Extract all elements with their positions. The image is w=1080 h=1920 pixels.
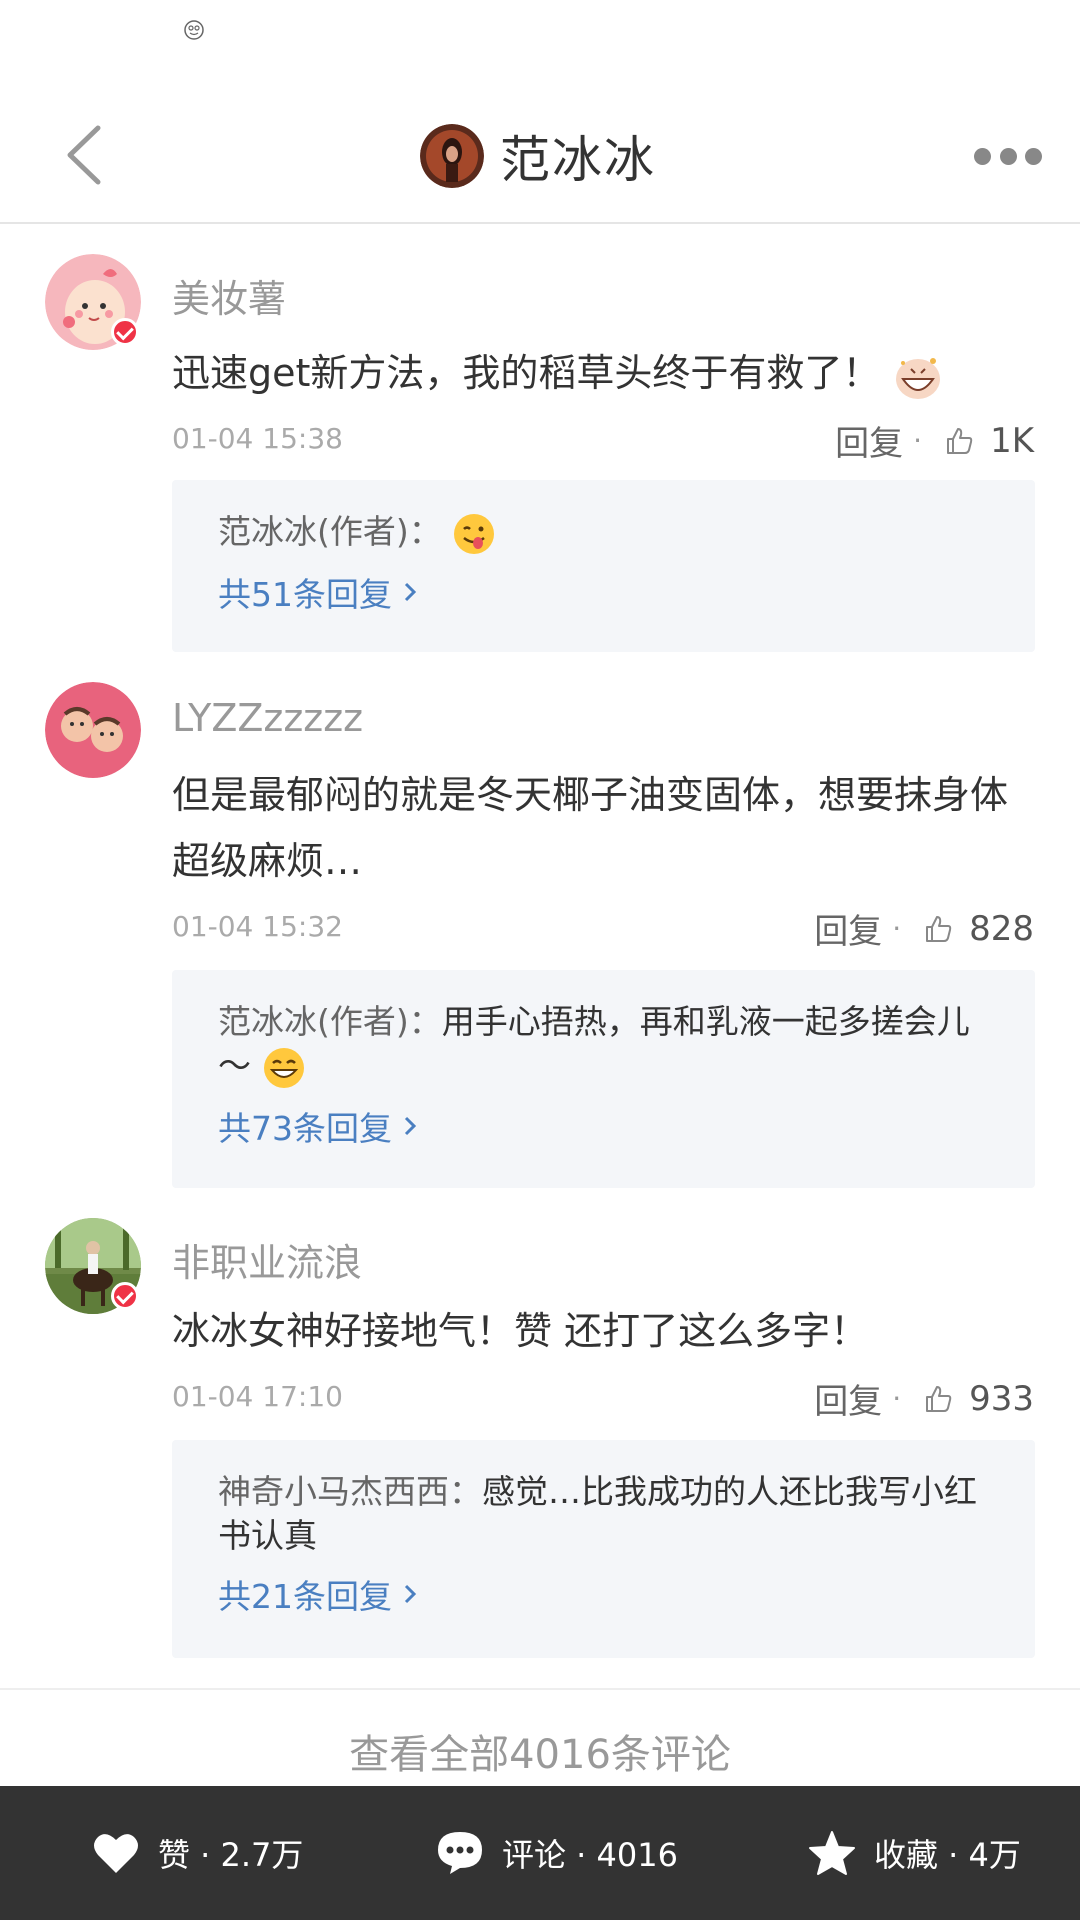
comment-text: 冰冰女神好接地气！赞 还打了这么多字！ — [172, 1309, 869, 1353]
view-replies-link[interactable]: 共73条回复 — [218, 1102, 989, 1150]
laughing-emoji-icon — [895, 357, 940, 399]
more-dot — [1025, 147, 1042, 165]
thumb-up-icon[interactable] — [944, 426, 974, 456]
comment-button[interactable]: 评论 · 4016 — [436, 1830, 678, 1876]
view-replies-label: 共21条回复 — [218, 1577, 392, 1616]
like-count: 828 — [969, 908, 1034, 949]
star-icon — [809, 1831, 855, 1875]
reply-text: 神奇小马杰西西：感觉…比我成功的人还比我写小红书认真 — [218, 1470, 989, 1558]
reply-box[interactable]: 神奇小马杰西西：感觉…比我成功的人还比我写小红书认真 共21条回复 — [172, 1440, 1035, 1658]
more-dot — [974, 147, 991, 165]
comment-username[interactable]: 美妆薯 — [172, 268, 286, 323]
view-replies-label: 共51条回复 — [218, 574, 392, 614]
chevron-right-icon — [404, 1116, 417, 1135]
like-button[interactable]: 赞 · 2.7万 — [92, 1830, 303, 1876]
status-bar — [0, 0, 1080, 80]
comment-username[interactable]: 非职业流浪 — [172, 1232, 362, 1287]
reply-author[interactable]: 范冰冰(作者)： — [218, 1002, 442, 1041]
comment-text: 但是最郁闷的就是冬天椰子油变固体，想要抹身体超级麻烦… — [172, 773, 1009, 883]
reply-author[interactable]: 范冰冰(作者)： — [218, 512, 442, 551]
tongue-wink-emoji-icon — [454, 513, 495, 554]
like-count: 1K — [990, 420, 1034, 461]
header-author[interactable]: 范冰冰 — [420, 120, 656, 192]
reply-button[interactable]: 回复 — [835, 416, 903, 465]
divider — [0, 1688, 1080, 1690]
more-dot — [999, 147, 1017, 165]
view-replies-link[interactable]: 共51条回复 — [218, 568, 989, 616]
like-count-label: 赞 · 2.7万 — [158, 1836, 304, 1874]
page-title: 范冰冰 — [500, 131, 656, 189]
collect-count-label: 收藏 · 4万 — [874, 1836, 1021, 1874]
separator-dot: · — [892, 1382, 902, 1415]
thumb-up-icon[interactable] — [923, 914, 953, 944]
separator-dot: · — [913, 424, 923, 457]
comment-time: 01-04 15:38 — [172, 422, 343, 455]
chat-bubble-icon — [438, 1832, 482, 1874]
author-avatar[interactable] — [420, 124, 484, 188]
reply-box[interactable]: 范冰冰(作者)：用手心捂热，再和乳液一起多搓会儿～ 共73条回复 — [172, 970, 1035, 1188]
comment-time: 01-04 17:10 — [172, 1380, 343, 1413]
like-count: 933 — [969, 1378, 1034, 1419]
reply-author[interactable]: 神奇小马杰西西： — [218, 1472, 482, 1511]
more-button[interactable] — [974, 138, 1042, 174]
comment-count-label: 评论 · 4016 — [502, 1836, 678, 1874]
comment-actions: 回复 · 1K — [835, 416, 1034, 465]
collect-button[interactable]: 收藏 · 4万 — [808, 1830, 1021, 1876]
reply-button[interactable]: 回复 — [814, 904, 882, 953]
chevron-right-icon — [404, 1584, 417, 1604]
verified-badge — [111, 318, 139, 346]
reply-button[interactable]: 回复 — [814, 1374, 882, 1423]
view-replies-link[interactable]: 共21条回复 — [218, 1570, 989, 1618]
separator-dot: · — [892, 912, 902, 945]
header: 范冰冰 — [0, 80, 1080, 224]
status-notification-icon — [184, 20, 204, 40]
view-all-comments-link[interactable]: 查看全部4016条评论 — [0, 1722, 1080, 1780]
chevron-right-icon — [404, 582, 417, 601]
comment-username[interactable]: LYZZzzzzz — [172, 696, 363, 740]
reply-text: 范冰冰(作者)：用手心捂热，再和乳液一起多搓会儿～ — [218, 1000, 989, 1090]
avatar[interactable] — [45, 682, 141, 778]
comment-time: 01-04 15:32 — [172, 910, 343, 943]
comment-actions: 回复 · 828 — [814, 904, 1034, 953]
thumb-up-icon[interactable] — [923, 1384, 953, 1414]
view-replies-label: 共73条回复 — [218, 1108, 392, 1148]
verified-badge — [111, 1282, 139, 1310]
heart-icon — [94, 1834, 138, 1873]
bottom-action-bar: 赞 · 2.7万 评论 · 4016 收藏 · 4万 — [0, 1786, 1080, 1920]
comment-actions: 回复 · 933 — [814, 1374, 1034, 1423]
grinning-emoji-icon — [263, 1047, 304, 1088]
reply-box[interactable]: 范冰冰(作者)： 共51条回复 — [172, 480, 1035, 652]
back-button[interactable] — [58, 120, 118, 190]
reply-text: 范冰冰(作者)： — [218, 510, 989, 556]
comment-text: 迅速get新方法，我的稻草头终于有救了！ — [172, 340, 1032, 406]
comment-text-body: 迅速get新方法，我的稻草头终于有救了！ — [172, 351, 881, 395]
